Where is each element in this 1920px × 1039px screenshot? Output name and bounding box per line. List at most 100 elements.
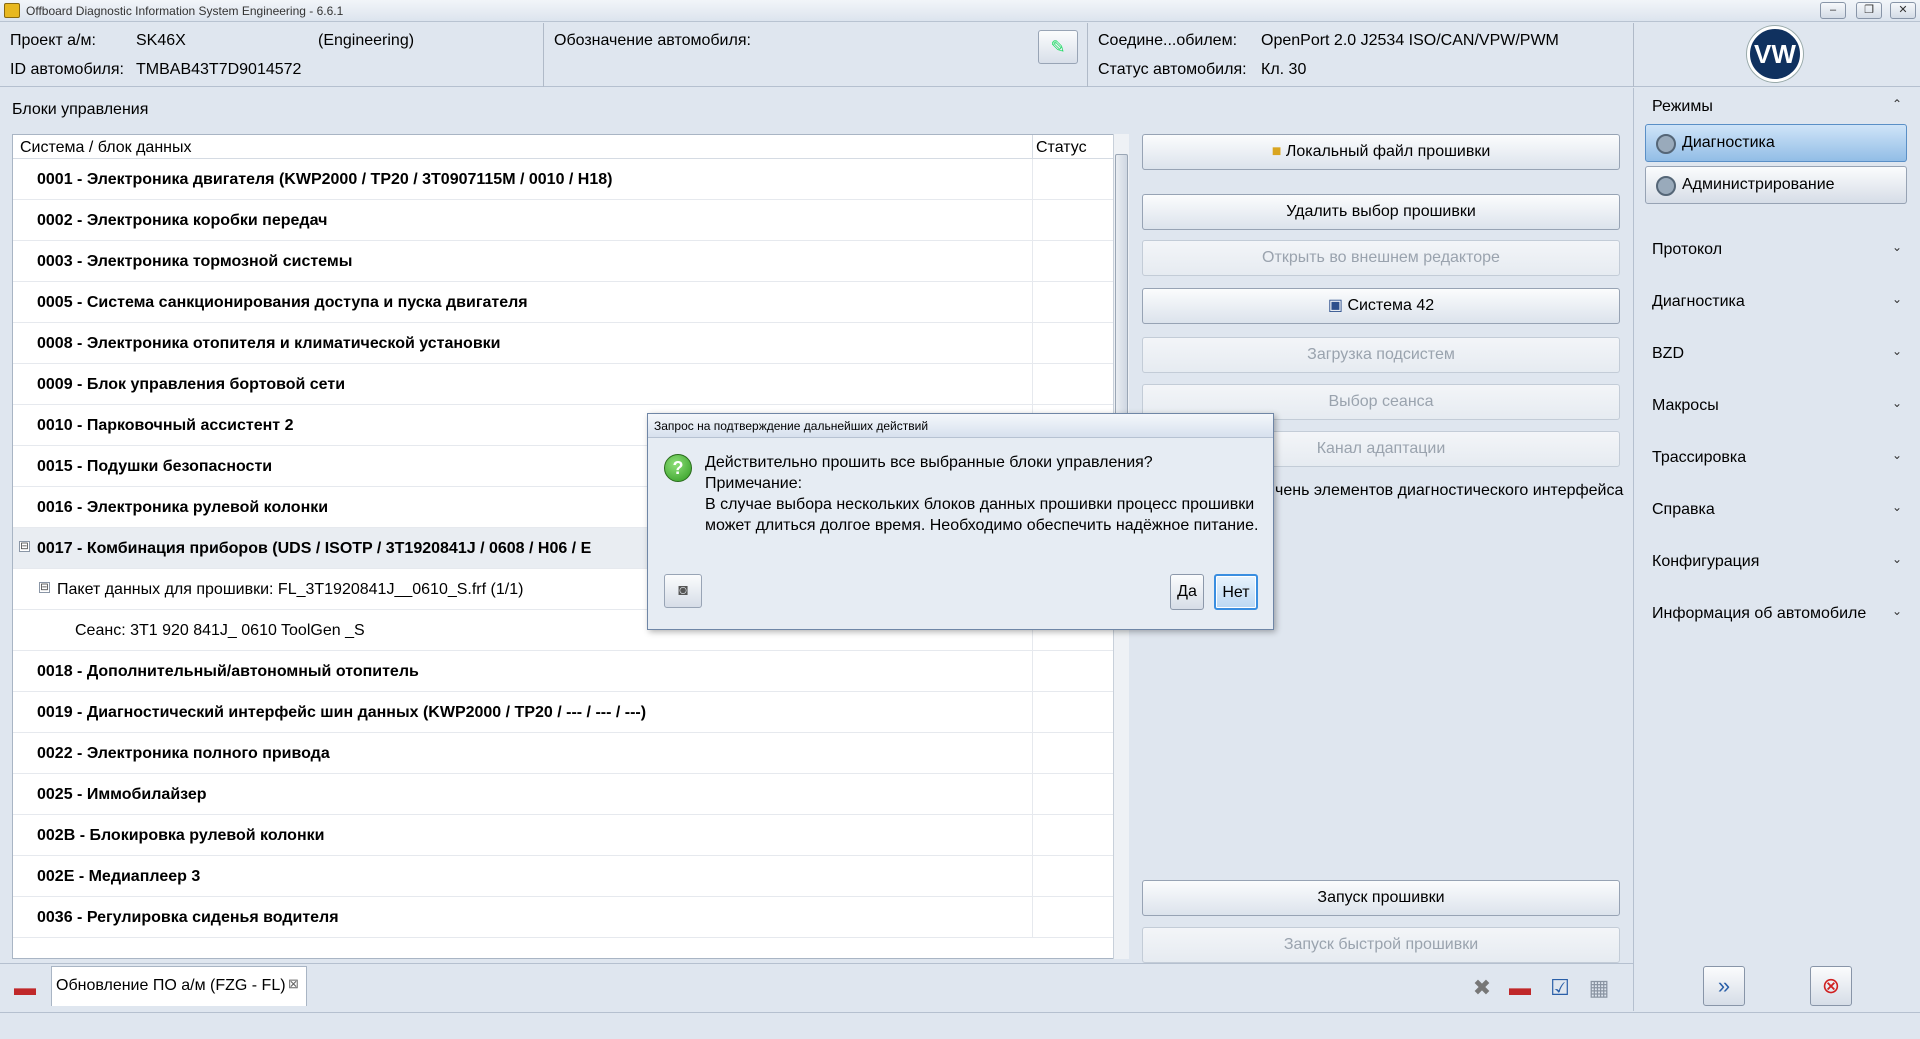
- vehicle-status-value: Кл. 30: [1261, 61, 1307, 78]
- administration-mode-label: Администрирование: [1682, 176, 1835, 193]
- row-label: 0018 - Дополнительный/автономный отопите…: [37, 663, 419, 680]
- section-label: Диагностика: [1652, 293, 1745, 310]
- project-mode: (Engineering): [318, 32, 415, 49]
- status-cell: [1032, 815, 1033, 856]
- connection-label: Соедине...обилем:: [1098, 32, 1238, 49]
- table-row[interactable]: 0002 - Электроника коробки передач: [13, 200, 1113, 241]
- row-label: 0009 - Блок управления бортовой сети: [37, 376, 346, 393]
- row-label: 0010 - Парковочный ассистент 2: [37, 417, 294, 434]
- status-cell: [1032, 323, 1033, 364]
- row-label: 002E - Медиаплеер 3: [37, 868, 201, 885]
- status-cell: [1032, 364, 1033, 405]
- protocol-section-header[interactable]: Протокол ⌄: [1640, 235, 1910, 265]
- status-cell: [1032, 774, 1033, 815]
- local-firmware-file-label: Локальный файл прошивки: [1285, 143, 1491, 160]
- status-cell: [1032, 733, 1033, 774]
- folder-icon: ■: [1271, 143, 1282, 160]
- row-label: 0016 - Электроника рулевой колонки: [37, 499, 329, 516]
- modes-section-header[interactable]: Режимы ⌃: [1640, 92, 1910, 122]
- vehicle-status-label: Статус автомобиля:: [1098, 61, 1247, 78]
- help-section-header[interactable]: Справка ⌄: [1640, 495, 1910, 525]
- yes-button[interactable]: Да: [1170, 574, 1204, 610]
- table-row[interactable]: 002B - Блокировка рулевой колонки: [13, 815, 1113, 856]
- table-row[interactable]: 0019 - Диагностический интерфейс шин дан…: [13, 692, 1113, 733]
- no-button[interactable]: Нет: [1214, 574, 1258, 610]
- local-firmware-file-button[interactable]: ■ Локальный файл прошивки: [1142, 134, 1620, 170]
- column-header-system[interactable]: Система / блок данных: [20, 139, 191, 157]
- gear-icon: [1656, 176, 1676, 196]
- dialog-title: Запрос на подтверждение дальнейших дейст…: [648, 414, 1273, 438]
- exit-icon[interactable]: ⊗: [1810, 966, 1852, 1006]
- title-bar: Offboard Diagnostic Information System E…: [0, 0, 1920, 22]
- minimize-button[interactable]: –: [1820, 2, 1846, 19]
- table-row[interactable]: 0025 - Иммобилайзер: [13, 774, 1113, 815]
- diagnostics-mode-button[interactable]: Диагностика: [1645, 124, 1907, 162]
- grid-icon[interactable]: ▦: [1584, 974, 1614, 1002]
- table-row[interactable]: 0001 - Электроника двигателя (KWP2000 / …: [13, 159, 1113, 200]
- camera-icon[interactable]: ◙: [664, 574, 702, 608]
- macros-section-header[interactable]: Макросы ⌄: [1640, 391, 1910, 421]
- table-row[interactable]: 0003 - Электроника тормозной системы: [13, 241, 1113, 282]
- table-row[interactable]: 002E - Медиаплеер 3: [13, 856, 1113, 897]
- designation-label: Обозначение автомобиля:: [554, 32, 751, 49]
- section-label: Информация об автомобиле: [1652, 605, 1867, 622]
- modes-label: Режимы: [1652, 98, 1713, 115]
- start-quick-flashing-button[interactable]: Запуск быстрой прошивки: [1142, 927, 1620, 963]
- table-row[interactable]: 0009 - Блок управления бортовой сети: [13, 364, 1113, 405]
- table-row[interactable]: 0005 - Система санкционирования доступа …: [13, 282, 1113, 323]
- status-cell: [1032, 897, 1033, 938]
- maximize-button[interactable]: ❐: [1856, 2, 1882, 19]
- vehicle-header: Проект а/м: SK46X (Engineering) ID автом…: [0, 23, 1920, 87]
- table-row[interactable]: 0018 - Дополнительный/автономный отопите…: [13, 651, 1113, 692]
- row-label: 0025 - Иммобилайзер: [37, 786, 207, 803]
- table-header: Система / блок данных Статус: [13, 135, 1113, 159]
- header-divider: [1087, 23, 1088, 87]
- car-icon[interactable]: ▬: [10, 974, 40, 1002]
- forward-icon[interactable]: »: [1703, 966, 1745, 1006]
- table-row[interactable]: 0022 - Электроника полного привода: [13, 733, 1113, 774]
- delete-firmware-selection-button[interactable]: Удалить выбор прошивки: [1142, 194, 1620, 230]
- cancel-tools-icon[interactable]: ✖: [1467, 974, 1497, 1002]
- section-label: BZD: [1652, 345, 1684, 362]
- row-label: 0015 - Подушки безопасности: [37, 458, 273, 475]
- chevron-up-icon: ⌃: [1891, 97, 1902, 111]
- diagnostics-section-header[interactable]: Диагностика ⌄: [1640, 287, 1910, 317]
- tracing-section-header[interactable]: Трассировка ⌄: [1640, 443, 1910, 473]
- table-row[interactable]: 0036 - Регулировка сиденья водителя: [13, 897, 1113, 938]
- open-external-editor-button[interactable]: Открыть во внешнем редакторе: [1142, 240, 1620, 276]
- section-label: Протокол: [1652, 241, 1723, 258]
- tab-software-update[interactable]: Обновление ПО а/м (FZG - FL) ⊠: [51, 966, 307, 1006]
- close-window-button[interactable]: ✕: [1890, 2, 1916, 19]
- project-value: SK46X: [136, 32, 186, 49]
- collapse-toggle-icon[interactable]: ⊟: [19, 541, 30, 552]
- bzd-section-header[interactable]: BZD ⌄: [1640, 339, 1910, 369]
- collapse-toggle-icon[interactable]: ⊟: [39, 582, 50, 593]
- edit-designation-icon[interactable]: ✎: [1038, 30, 1078, 64]
- system42-button[interactable]: ▣ Система 42: [1142, 288, 1620, 324]
- dialog-message-line: Примечание:: [705, 475, 803, 492]
- car-icon[interactable]: ▬: [1505, 974, 1535, 1002]
- start-flashing-button[interactable]: Запуск прошивки: [1142, 880, 1620, 916]
- question-icon: ?: [664, 454, 692, 482]
- section-label: Конфигурация: [1652, 553, 1760, 570]
- chevron-down-icon: ⌄: [1891, 344, 1902, 358]
- column-header-status[interactable]: Статус: [1036, 139, 1087, 157]
- vehicle-info-section-header[interactable]: Информация об автомобиле ⌄: [1640, 599, 1910, 629]
- load-subsystems-button[interactable]: Загрузка подсистем: [1142, 337, 1620, 373]
- tab-label: Обновление ПО а/м (FZG - FL): [56, 977, 286, 994]
- row-label: 0022 - Электроника полного привода: [37, 745, 330, 762]
- app-icon: [4, 3, 20, 18]
- close-icon[interactable]: ⊠: [288, 976, 299, 992]
- header-divider: [1633, 23, 1634, 87]
- row-label: 0003 - Электроника тормозной системы: [37, 253, 353, 270]
- chevron-down-icon: ⌄: [1891, 292, 1902, 306]
- table-row[interactable]: 0008 - Электроника отопителя и климатиче…: [13, 323, 1113, 364]
- chevron-down-icon: ⌄: [1891, 552, 1902, 566]
- row-label: Сеанс: 3T1 920 841J_ 0610 ToolGen _S: [75, 622, 365, 639]
- configuration-section-header[interactable]: Конфигурация ⌄: [1640, 547, 1910, 577]
- status-cell: [1032, 159, 1033, 200]
- checklist-icon[interactable]: ☑: [1545, 974, 1575, 1002]
- administration-mode-button[interactable]: Администрирование: [1645, 166, 1907, 204]
- section-label: Справка: [1652, 501, 1715, 518]
- system42-label: Система 42: [1347, 297, 1435, 314]
